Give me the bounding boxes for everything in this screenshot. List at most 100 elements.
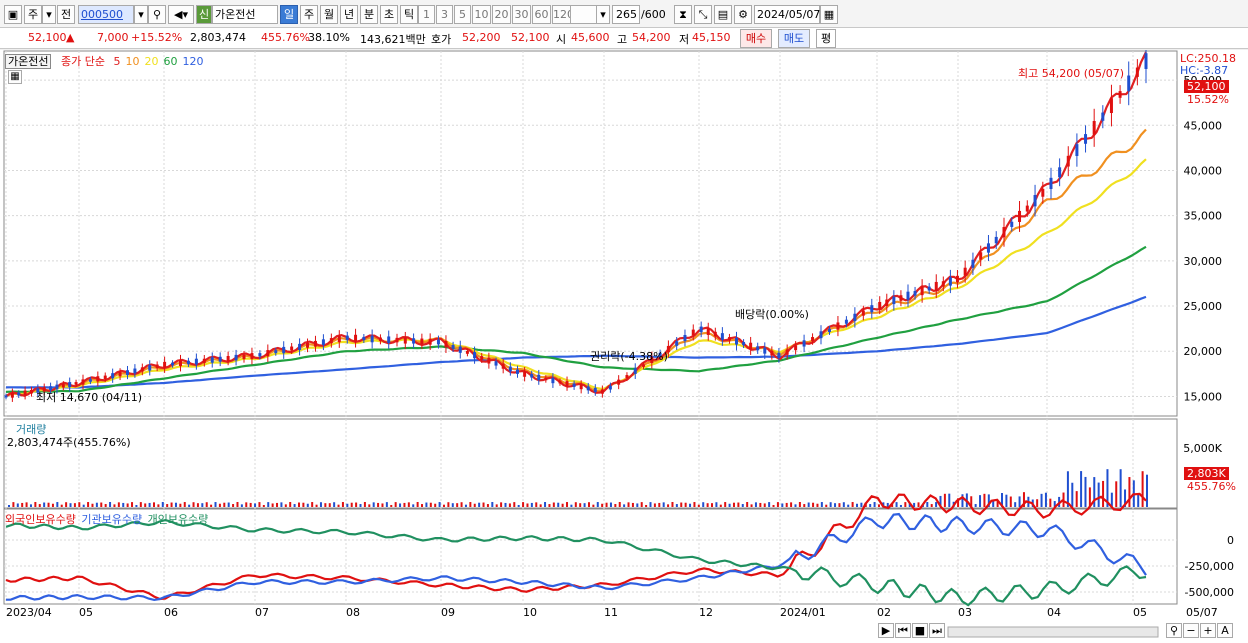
- volume-summary: 2,803,474주(455.76%): [7, 436, 131, 449]
- volume-bar: [311, 502, 314, 507]
- buy-button[interactable]: 매수: [740, 29, 772, 48]
- volume-bar: [1049, 498, 1052, 507]
- volume-bar: [561, 503, 564, 507]
- volume-bar: [21, 502, 24, 507]
- candle-body: [955, 275, 959, 283]
- interval-button-5[interactable]: 30: [512, 5, 531, 24]
- interval-button-6[interactable]: 60: [532, 5, 551, 24]
- ma-legend-4: 120: [182, 55, 204, 68]
- candle-body: [1002, 227, 1006, 238]
- period-button-2[interactable]: 월: [320, 5, 338, 24]
- volume-bar: [732, 502, 735, 507]
- settings-icon[interactable]: ⚙: [734, 5, 752, 24]
- candle-body: [258, 353, 262, 357]
- period-button-6[interactable]: 틱: [400, 5, 418, 24]
- interval-button-3[interactable]: 10: [472, 5, 491, 24]
- holding-line-0: [5, 492, 1147, 601]
- period-button-4[interactable]: 분: [360, 5, 378, 24]
- stop-icon[interactable]: ■: [912, 623, 928, 638]
- interval-button-1[interactable]: 3: [436, 5, 453, 24]
- date-input[interactable]: 2024/05/07: [754, 5, 820, 24]
- candle-body: [111, 373, 115, 379]
- candle-body: [633, 368, 637, 374]
- candle-icon[interactable]: ⧗: [674, 5, 692, 24]
- interval-button-2[interactable]: 5: [454, 5, 471, 24]
- eval-button[interactable]: 평: [816, 29, 836, 48]
- stock-tab[interactable]: 가온전선: [5, 54, 52, 69]
- holding-tick-1: -250,000: [1185, 560, 1234, 573]
- period-button-3[interactable]: 년: [340, 5, 358, 24]
- candle-body: [387, 336, 391, 343]
- new-badge: 신: [196, 5, 212, 24]
- interval-button-4[interactable]: 20: [492, 5, 511, 24]
- volume-bar: [1080, 471, 1083, 507]
- volume-tick: 5,000K: [1183, 442, 1222, 455]
- volume-bar: [1102, 480, 1105, 507]
- zoom-search-icon[interactable]: ⚲: [1166, 623, 1182, 638]
- window-menu-icon[interactable]: ▣: [4, 5, 22, 24]
- volume-bar: [552, 502, 555, 507]
- zoom-out-icon[interactable]: −: [1183, 623, 1199, 638]
- volume-bar: [759, 502, 762, 507]
- grid-icon[interactable]: ▦: [8, 70, 22, 84]
- calendar-icon[interactable]: ▦: [820, 5, 838, 24]
- interval-dropdown-icon[interactable]: ▾: [596, 5, 610, 24]
- volume-bar: [1084, 476, 1087, 507]
- volume-bar: [1018, 496, 1021, 507]
- volume-bar: [464, 504, 467, 507]
- volume-bar: [904, 502, 907, 507]
- chart-type-icon[interactable]: ⤡: [694, 5, 712, 24]
- market-dropdown-icon[interactable]: ▾: [42, 5, 56, 24]
- volume-bar: [315, 504, 318, 507]
- volume-bar: [689, 503, 692, 507]
- scroll-start-icon[interactable]: ⏮: [895, 623, 911, 638]
- font-size-icon[interactable]: A: [1217, 623, 1233, 638]
- save-icon[interactable]: ▤: [714, 5, 732, 24]
- volume-bar: [258, 502, 261, 507]
- candle-body: [125, 370, 129, 375]
- search-icon[interactable]: ⚲: [148, 5, 166, 24]
- volume-bar: [825, 504, 828, 507]
- candle-body: [81, 379, 85, 385]
- prev-button[interactable]: 전: [57, 5, 75, 24]
- candle-body: [1144, 53, 1148, 69]
- period-button-0[interactable]: 일: [280, 5, 298, 24]
- x-tick-11: 03: [958, 606, 972, 619]
- chart-area[interactable]: 50,00045,00040,00035,00030,00025,00020,0…: [0, 39, 1248, 643]
- candle-body: [10, 392, 14, 398]
- interval-button-0[interactable]: 1: [418, 5, 435, 24]
- scroll-right-icon[interactable]: ▶: [878, 623, 894, 638]
- volume-bar: [12, 502, 15, 507]
- candle-body: [96, 376, 100, 382]
- volume-bar: [807, 502, 810, 507]
- volume-current-tag: 2,803K: [1184, 467, 1229, 480]
- code-dropdown-icon[interactable]: ▾: [134, 5, 148, 24]
- interval-button-7[interactable]: 120: [552, 5, 574, 24]
- market-type-select[interactable]: 주: [24, 5, 42, 24]
- volume-bar: [170, 502, 173, 507]
- high-label: 고: [617, 33, 628, 46]
- sell-button[interactable]: 매도: [778, 29, 810, 48]
- volume-bar: [711, 503, 714, 507]
- candle-body: [473, 352, 477, 359]
- candle-body: [202, 358, 206, 363]
- candle-body: [370, 335, 374, 343]
- scroll-end-icon[interactable]: ⏭: [929, 623, 945, 638]
- candle-body: [68, 382, 72, 388]
- trade-amount: 143,621백만: [360, 33, 426, 46]
- volume-bar: [508, 503, 511, 507]
- count-input[interactable]: 265: [612, 5, 640, 24]
- volume-bar: [706, 503, 709, 507]
- speaker-icon[interactable]: ◀▾: [168, 5, 194, 24]
- volume-bar: [223, 502, 226, 507]
- zoom-in-icon[interactable]: +: [1200, 623, 1216, 638]
- stock-code-input[interactable]: 000500: [78, 5, 134, 24]
- volume-bar: [416, 502, 419, 507]
- period-button-5[interactable]: 초: [380, 5, 398, 24]
- period-button-1[interactable]: 주: [300, 5, 318, 24]
- volume-bar: [842, 502, 845, 507]
- volume-bar: [473, 503, 476, 507]
- volume-bar: [803, 504, 806, 507]
- volume-bar: [895, 502, 898, 507]
- price-tick-2: 40,000: [1184, 164, 1223, 177]
